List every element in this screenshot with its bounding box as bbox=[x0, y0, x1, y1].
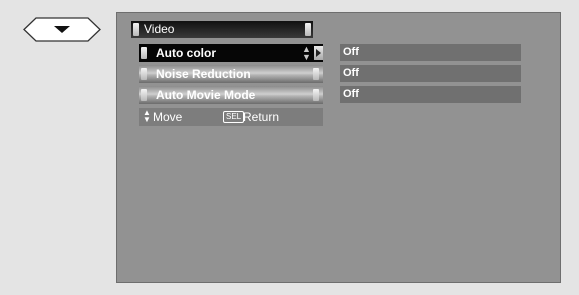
right-arrow-icon[interactable] bbox=[314, 46, 323, 60]
down-arrow-icon bbox=[23, 17, 101, 42]
help-return-label: Return bbox=[243, 110, 280, 124]
value-text: Off bbox=[343, 88, 359, 100]
osd-screen: Video Auto color ▲ ▼ Off Noise Reduction … bbox=[116, 12, 561, 283]
menu-item-auto-color[interactable]: Auto color ▲ ▼ bbox=[139, 44, 323, 62]
help-move-label: Move bbox=[153, 110, 183, 124]
title-left-cap bbox=[133, 23, 139, 36]
item-left-cap bbox=[141, 89, 147, 101]
menu-item-label: Noise Reduction bbox=[156, 67, 251, 81]
menu-item-label: Auto Movie Mode bbox=[156, 88, 256, 102]
value-text: Off bbox=[343, 67, 359, 79]
up-down-arrows-icon: ▲ ▼ bbox=[302, 44, 311, 62]
value-auto-color: Off bbox=[340, 44, 521, 61]
menu-down-button[interactable] bbox=[22, 16, 102, 43]
item-right-cap bbox=[313, 68, 319, 80]
menu-item-noise-reduction[interactable]: Noise Reduction bbox=[139, 65, 323, 83]
item-left-cap bbox=[141, 68, 147, 80]
up-down-arrows-icon: ▲ ▼ bbox=[143, 108, 151, 124]
menu-title-bar: Video bbox=[131, 21, 313, 38]
value-text: Off bbox=[343, 46, 359, 58]
menu-item-auto-movie-mode[interactable]: Auto Movie Mode bbox=[139, 86, 323, 104]
menu-title: Video bbox=[144, 22, 175, 36]
title-right-cap bbox=[305, 23, 311, 36]
value-noise-reduction: Off bbox=[340, 65, 521, 82]
item-left-cap bbox=[141, 47, 147, 59]
sel-key-icon: SEL bbox=[223, 111, 245, 123]
value-auto-movie-mode: Off bbox=[340, 86, 521, 103]
item-right-cap bbox=[313, 89, 319, 101]
help-bar: ▲ ▼ Move SEL Return bbox=[139, 108, 323, 126]
menu-item-label: Auto color bbox=[156, 46, 216, 60]
